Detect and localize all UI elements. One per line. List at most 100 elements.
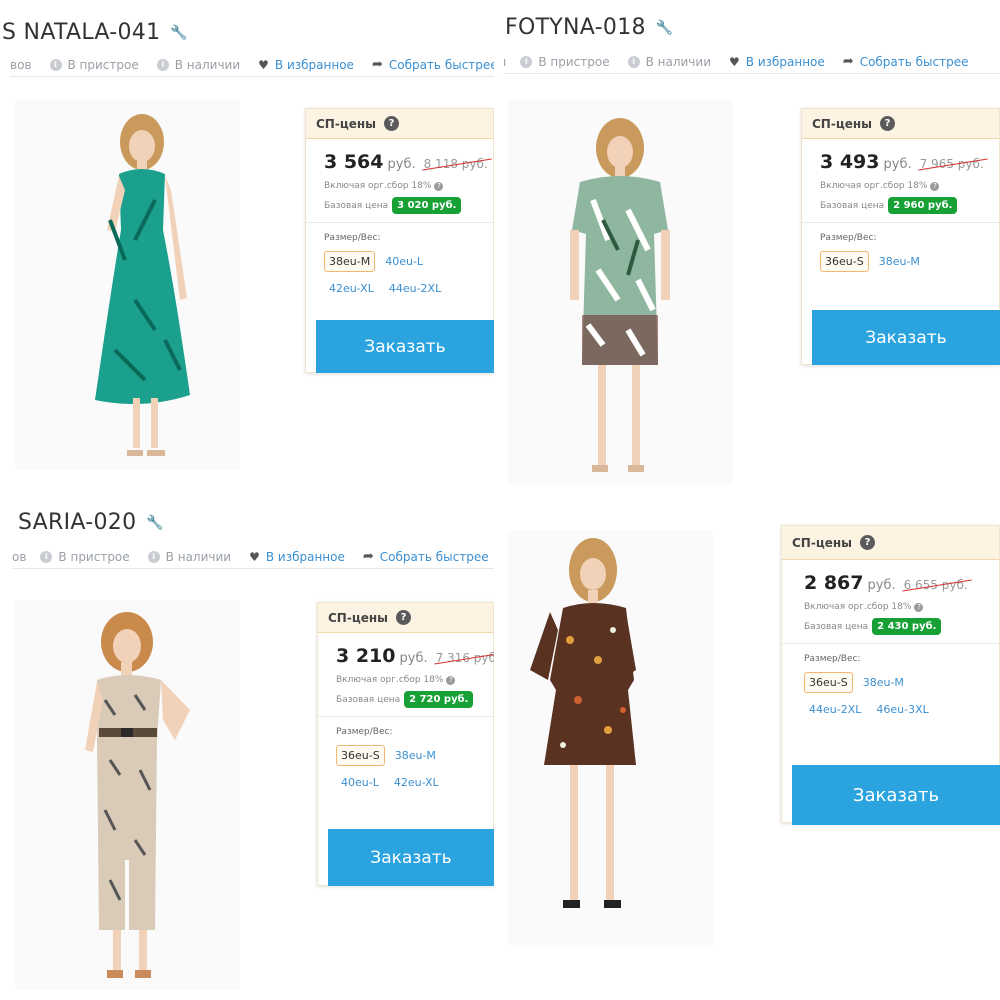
wrench-icon[interactable]: 🔧	[146, 515, 164, 531]
order-button[interactable]: Заказать	[812, 310, 1000, 365]
collect-faster-link[interactable]: ➦ Собрать быстрее	[843, 54, 969, 69]
cut-label: вов	[10, 57, 32, 72]
size-option[interactable]: 40eu-L	[380, 251, 428, 272]
size-option[interactable]: 36eu-S	[820, 251, 869, 272]
size-label: Размер/Вес:	[324, 233, 381, 243]
size-options: 38eu-M 40eu-L 42eu-XL 44eu-2XL	[324, 251, 479, 305]
product-panel-fotyna: FOTYNA-018 🔧 ı iВ пристрое iВ наличии ♥ В …	[503, 0, 1000, 490]
wrench-icon[interactable]: 🔧	[170, 25, 188, 41]
currency: руб.	[387, 157, 416, 172]
size-option[interactable]: 44eu-2XL	[384, 278, 446, 299]
collect-faster-link[interactable]: ➦ Собрать быстрее	[363, 549, 489, 564]
old-price: 8 118 руб.	[423, 157, 488, 171]
size-option[interactable]: 42eu-XL	[389, 772, 444, 793]
product-title: FOTYNA-018 🔧	[505, 15, 674, 40]
fee-note: Включая орг.сбор 18%?	[336, 675, 479, 685]
heart-icon: ♥	[258, 57, 269, 72]
info-icon: i	[49, 58, 62, 71]
size-label: Размер/Вес:	[804, 654, 861, 664]
price-row: 3 493 руб. 7 965 руб.	[820, 151, 985, 173]
product-photo[interactable]	[508, 100, 733, 485]
sp-prices-header: СП-цены?	[318, 603, 493, 633]
info-icon: i	[156, 58, 169, 71]
product-title: SARIA-020 🔧	[18, 510, 165, 535]
base-price-badge: 2 720 руб.	[404, 691, 474, 708]
size-option[interactable]: 36eu-S	[804, 672, 853, 693]
order-button[interactable]: Заказать	[328, 829, 494, 886]
product-photo[interactable]	[508, 530, 713, 945]
size-option[interactable]: 38eu-M	[858, 672, 909, 693]
currency: руб.	[867, 578, 896, 593]
size-option[interactable]: 44eu-2XL	[804, 699, 866, 720]
price-row: 3 210 руб. 7 316 руб.	[336, 645, 494, 667]
help-icon[interactable]: ?	[384, 116, 400, 131]
base-price-badge: 2 960 руб.	[888, 197, 958, 214]
wrench-icon[interactable]: 🔧	[656, 20, 674, 36]
info-icon[interactable]: ?	[914, 602, 924, 612]
current-price: 3 564	[324, 151, 384, 173]
info-icon[interactable]: ?	[434, 181, 444, 191]
size-label: Размер/Вес:	[336, 727, 393, 737]
product-title: S NATALA-041 🔧	[2, 20, 189, 45]
in-stock-status: iВ наличии	[627, 55, 711, 69]
product-panel-natala: S NATALA-041 🔧 вов iВ пристрое iВ наличии…	[0, 0, 494, 480]
action-bar: ı iВ пристрое iВ наличии ♥ В избранное ➦ С…	[503, 50, 1000, 74]
size-option[interactable]: 40eu-L	[336, 772, 384, 793]
product-panel-saria: SARIA-020 🔧 ов iВ пристрое iВ наличии ♥ В …	[0, 500, 494, 1000]
base-price-row: Базовая цена 3 020 руб.	[324, 197, 479, 214]
favorite-link[interactable]: ♥ В избранное	[729, 55, 825, 69]
favorite-link[interactable]: ♥ В избранное	[258, 58, 354, 72]
help-icon[interactable]: ?	[396, 610, 412, 625]
share-icon: ➦	[842, 54, 854, 69]
divider	[802, 222, 999, 223]
sp-prices-header: СП-цены?	[306, 109, 493, 139]
size-option[interactable]: 42eu-XL	[324, 278, 379, 299]
in-stock-status: iВ наличии	[147, 550, 231, 564]
base-price-badge: 2 430 руб.	[872, 618, 942, 635]
info-icon[interactable]: ?	[446, 675, 456, 685]
restock-status: iВ пристрое	[40, 550, 130, 564]
info-icon: i	[40, 550, 53, 563]
heart-icon: ♥	[249, 549, 260, 564]
currency: руб.	[399, 651, 428, 666]
action-bar: вов iВ пристрое iВ наличии ♥ В избранное …	[10, 53, 494, 77]
size-options: 36eu-S 38eu-M	[820, 251, 985, 278]
currency: руб.	[883, 157, 912, 172]
product-photo[interactable]	[15, 100, 240, 470]
base-price-badge: 3 020 руб.	[392, 197, 462, 214]
heart-icon: ♥	[729, 54, 740, 69]
fee-note: Включая орг.сбор 18%?	[804, 602, 985, 612]
size-option[interactable]: 46eu-3XL	[871, 699, 933, 720]
size-option[interactable]: 38eu-M	[390, 745, 441, 766]
old-price: 6 655 руб.	[903, 578, 968, 592]
help-icon[interactable]: ?	[860, 535, 876, 550]
fee-note: Включая орг.сбор 18%?	[820, 181, 985, 191]
help-icon[interactable]: ?	[880, 116, 896, 131]
size-options: 36eu-S 38eu-M 44eu-2XL 46eu-3XL	[804, 672, 954, 726]
base-price-row: Базовая цена 2 960 руб.	[820, 197, 985, 214]
sp-prices-header: СП-цены?	[782, 526, 999, 560]
order-button[interactable]: Заказать	[316, 320, 494, 373]
info-icon[interactable]: ?	[930, 181, 940, 191]
size-option[interactable]: 36eu-S	[336, 745, 385, 766]
favorite-link[interactable]: ♥ В избранное	[249, 550, 345, 564]
size-option[interactable]: 38eu-M	[324, 251, 376, 272]
collect-faster-link[interactable]: ➦ Собрать быстрее	[372, 57, 494, 72]
order-button[interactable]: Заказать	[792, 765, 1000, 825]
current-price: 3 210	[336, 645, 396, 667]
old-price: 7 965 руб.	[919, 157, 984, 171]
divider	[782, 643, 999, 644]
restock-status: iВ пристрое	[49, 58, 139, 72]
size-label: Размер/Вес:	[820, 233, 877, 243]
current-price: 3 493	[820, 151, 880, 173]
base-price-row: Базовая цена 2 430 руб.	[804, 618, 985, 635]
product-photo[interactable]	[15, 600, 240, 990]
in-stock-status: iВ наличии	[156, 58, 240, 72]
cut-label: ов	[12, 549, 27, 564]
info-icon: i	[520, 55, 533, 68]
size-option[interactable]: 38eu-M	[874, 251, 925, 272]
share-icon: ➦	[362, 549, 374, 564]
price-row: 3 564 руб. 8 118 руб.	[324, 151, 488, 173]
base-price-row: Базовая цена 2 720 руб.	[336, 691, 479, 708]
divider	[306, 222, 493, 223]
